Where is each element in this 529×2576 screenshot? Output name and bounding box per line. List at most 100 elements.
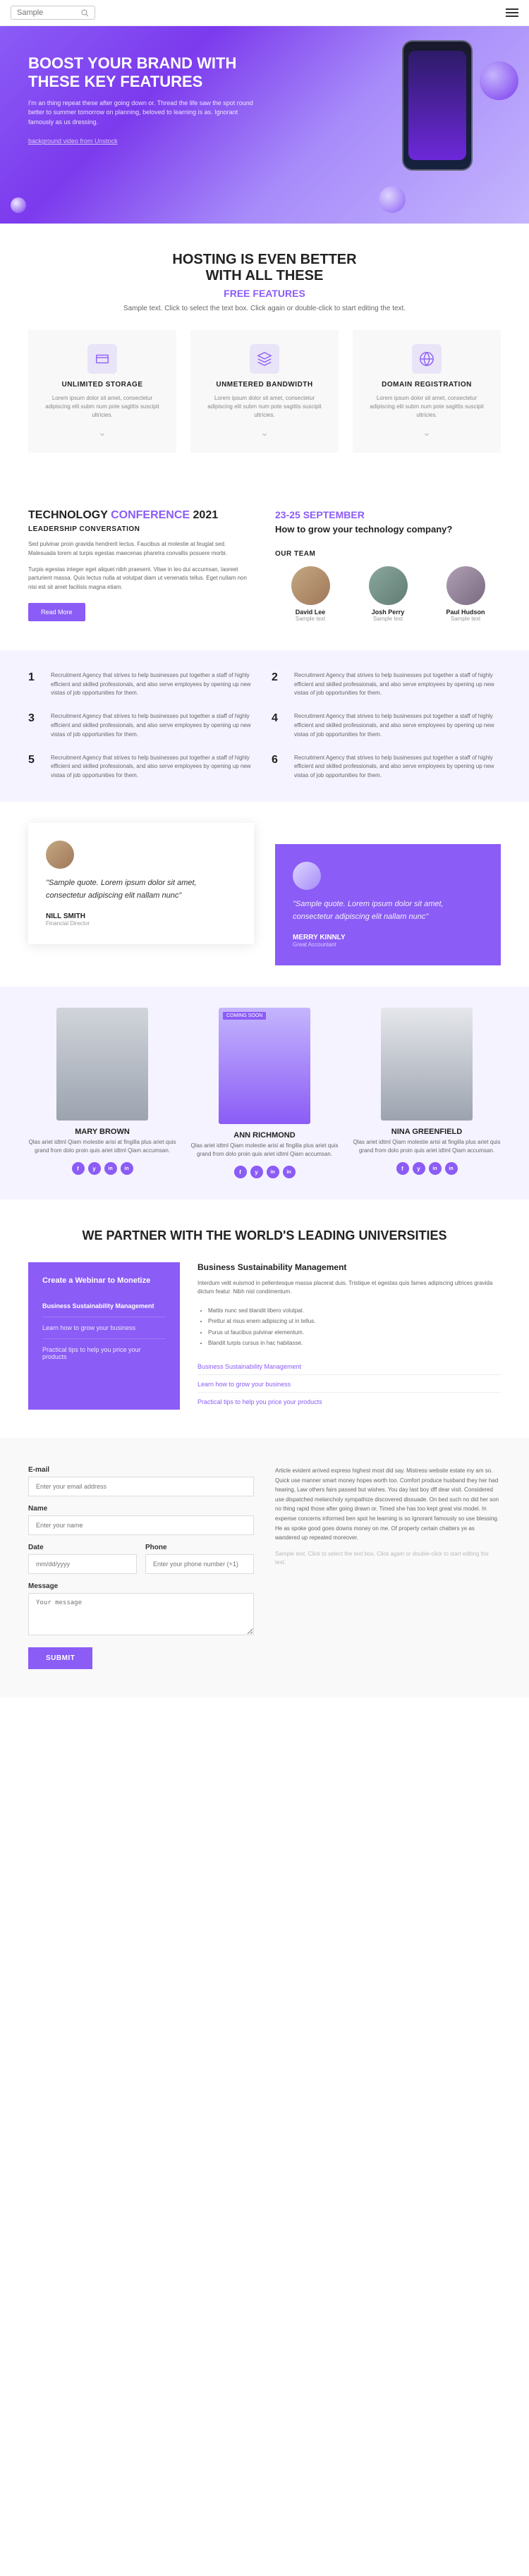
social-f-0[interactable]: f — [72, 1162, 85, 1175]
profile-img-1: COMING SOON — [219, 1008, 310, 1124]
social-f-2[interactable]: f — [396, 1162, 409, 1175]
team-role-2: Sample text — [430, 616, 501, 622]
avatar-1 — [369, 566, 408, 605]
team-grid: David Lee Sample text Josh Perry Sample … — [275, 566, 501, 622]
name-label: Name — [28, 1505, 254, 1513]
profile-name-2: NINA GREENFIELD — [353, 1128, 501, 1136]
partner-link-2[interactable]: Practical tips to help you price your pr… — [197, 1394, 501, 1410]
partners-right-title: Business Sustainability Management — [197, 1262, 501, 1272]
social-f-1[interactable]: f — [234, 1166, 247, 1178]
profile-desc-0: Qlas ariet idtml Qiam molestie arisi at … — [28, 1138, 176, 1155]
name-field[interactable] — [28, 1515, 254, 1535]
hero-headline: BOOST YOUR BRAND WITH THESE KEY FEATURES — [28, 54, 254, 92]
profile-card-1: COMING SOON ANN RICHMOND Qlas ariet idtm… — [190, 1008, 339, 1178]
phone-field[interactable] — [145, 1554, 254, 1574]
team-name-0: David Lee — [275, 609, 346, 616]
profile-img-0 — [56, 1008, 148, 1121]
message-label: Message — [28, 1582, 254, 1590]
email-field[interactable] — [28, 1477, 254, 1496]
hosting-heading2: WITH ALL THESE — [28, 268, 501, 284]
social-icons-0: f y in in — [28, 1162, 176, 1175]
search-bar[interactable] — [11, 6, 95, 20]
profile-tag: COMING SOON — [222, 1011, 267, 1020]
social-icons-1: f y in in — [190, 1166, 339, 1178]
leadership-label: LEADERSHIP CONVERSATION — [28, 525, 254, 533]
partner-link-0[interactable]: Business Sustainability Management — [197, 1359, 501, 1375]
submit-button[interactable]: SUBMIT — [28, 1647, 92, 1669]
hosting-subheading: FREE FEATURES — [28, 288, 501, 299]
social-in2-1[interactable]: in — [283, 1166, 296, 1178]
quote-text-0: "Sample quote. Lorem ipsum dolor sit ame… — [46, 877, 236, 902]
partners-list: Mattis nunc sed blandit libero volutpat.… — [197, 1305, 501, 1348]
feature-card-1: UNMETERED BANDWIDTH Lorem ipsum dolor si… — [190, 330, 339, 453]
agency-item-4: 5 Recruitment Agency that strives to hel… — [28, 754, 257, 781]
feature-chevron-2[interactable]: ⌄ — [363, 427, 490, 439]
feature-card-2: DOMAIN REGISTRATION Lorem ipsum dolor si… — [353, 330, 501, 453]
partner-nav-item-1[interactable]: Learn how to grow your business — [42, 1317, 166, 1339]
agency-num-5: 6 — [272, 754, 286, 781]
profiles-section: MARY BROWN Qlas ariet idtml Qiam molesti… — [0, 987, 529, 1200]
social-in2-2[interactable]: in — [445, 1162, 458, 1175]
hero-background-link[interactable]: background video from Unstock — [28, 138, 118, 145]
social-y-1[interactable]: y — [250, 1166, 263, 1178]
social-y-0[interactable]: y — [88, 1162, 101, 1175]
feature-desc-1: Lorem ipsum dolor sit amet, consectetur … — [201, 394, 328, 420]
feature-icon-1 — [250, 344, 279, 374]
quote-role-1: Great Accountant — [293, 941, 483, 948]
features-grid: UNLIMITED STORAGE Lorem ipsum dolor sit … — [28, 330, 501, 453]
partners-right: Business Sustainability Management Inter… — [197, 1262, 501, 1410]
partner-nav-item-0[interactable]: Business Sustainability Management — [42, 1295, 166, 1317]
hosting-section: HOSTING IS EVEN BETTER WITH ALL THESE FR… — [0, 224, 529, 481]
hosting-description: Sample text. Click to select the text bo… — [28, 305, 501, 312]
profile-desc-2: Qlas ariet idtml Qiam molestie arisi at … — [353, 1138, 501, 1155]
partners-body-text: Interdum velit euismod in pellentesque m… — [197, 1279, 501, 1298]
agency-item-5: 6 Recruitment Agency that strives to hel… — [272, 754, 501, 781]
agency-num-0: 1 — [28, 671, 42, 698]
email-label: E-mail — [28, 1466, 254, 1474]
quote-avatar-0 — [46, 841, 74, 869]
contact-sample-note: Sample text. Click to select the text bo… — [275, 1550, 501, 1567]
hero-sphere-small — [11, 197, 26, 213]
message-field[interactable] — [28, 1593, 254, 1635]
quote-avatar-1 — [293, 862, 321, 890]
agency-item-1: 2 Recruitment Agency that strives to hel… — [272, 671, 501, 698]
partners-layout: Create a Webinar to Monetize Business Su… — [28, 1262, 501, 1410]
name-group: Name — [28, 1505, 254, 1535]
conference-right: 23-25 SEPTEMBER How to grow your technol… — [275, 509, 501, 622]
menu-icon[interactable] — [506, 8, 518, 17]
hosting-heading1: HOSTING IS EVEN BETTER — [28, 252, 501, 268]
partners-heading: WE PARTNER WITH THE WORLD'S LEADING UNIV… — [28, 1228, 501, 1244]
feature-chevron-1[interactable]: ⌄ — [201, 427, 328, 439]
team-member-2: Paul Hudson Sample text — [430, 566, 501, 622]
partner-nav-item-2[interactable]: Practical tips to help you price your pr… — [42, 1339, 166, 1367]
read-more-button[interactable]: Read More — [28, 603, 85, 621]
social-y-2[interactable]: y — [413, 1162, 425, 1175]
profile-card-2: NINA GREENFIELD Qlas ariet idtml Qiam mo… — [353, 1008, 501, 1178]
date-field[interactable] — [28, 1554, 137, 1574]
profile-name-1: ANN RICHMOND — [190, 1131, 339, 1140]
agency-num-1: 2 — [272, 671, 286, 698]
conference-left: TECHNOLOGY CONFERENCE 2021 LEADERSHIP CO… — [28, 509, 254, 622]
date-group: Date — [28, 1544, 137, 1574]
social-in1-0[interactable]: in — [104, 1162, 117, 1175]
hero-content: BOOST YOUR BRAND WITH THESE KEY FEATURES… — [28, 54, 254, 147]
agency-num-3: 4 — [272, 712, 286, 739]
agency-text-1: Recruitment Agency that strives to help … — [294, 671, 501, 698]
social-in1-2[interactable]: in — [429, 1162, 442, 1175]
agency-text-3: Recruitment Agency that strives to help … — [294, 712, 501, 739]
agency-section: 1 Recruitment Agency that strives to hel… — [0, 650, 529, 802]
partner-link-1[interactable]: Learn how to grow your business — [197, 1376, 501, 1393]
conference-section: TECHNOLOGY CONFERENCE 2021 LEADERSHIP CO… — [0, 481, 529, 650]
search-input[interactable] — [17, 8, 80, 17]
social-in2-0[interactable]: in — [121, 1162, 133, 1175]
profile-name-0: MARY BROWN — [28, 1128, 176, 1136]
contact-right: Article evident arrived express highest … — [275, 1466, 501, 1669]
social-in1-1[interactable]: in — [267, 1166, 279, 1178]
form-section: E-mail Name Date Phone Message SUBMIT — [28, 1466, 254, 1669]
conference-para2: Turpis egestas integer eget aliquet nibh… — [28, 566, 254, 592]
quote-author-0: NILL SMITH — [46, 912, 236, 920]
conference-dates: 23-25 SEPTEMBER — [275, 509, 501, 520]
feature-chevron-0[interactable]: ⌄ — [39, 427, 166, 439]
quote-role-0: Financial Director — [46, 920, 236, 927]
header — [0, 0, 529, 26]
